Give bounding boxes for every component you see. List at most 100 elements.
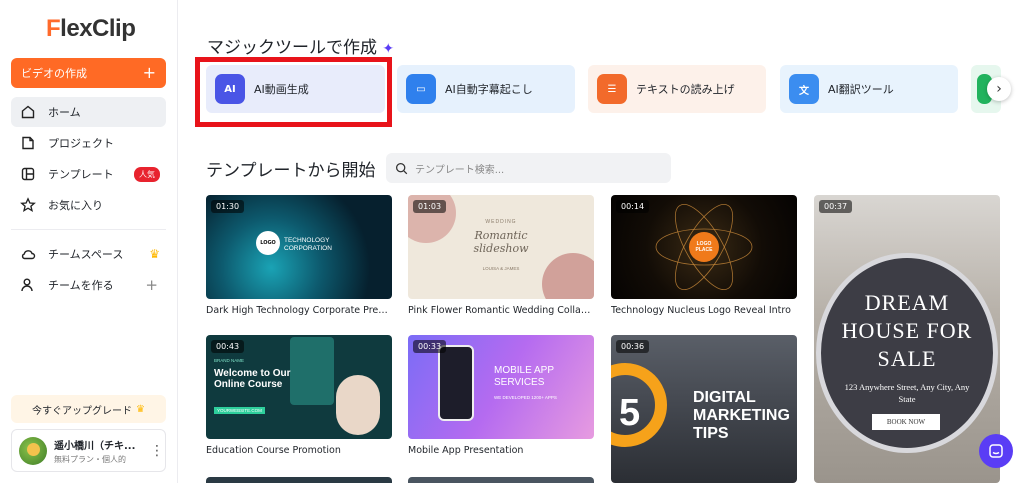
- duration-badge: 00:33: [413, 340, 447, 353]
- template-name: Dark High Technology Corporate Presen...: [206, 305, 392, 316]
- book-now-button: BOOK NOW: [872, 414, 940, 430]
- sidebar-item-team-space[interactable]: チームスペース ♛: [11, 239, 166, 269]
- template-thumbnail[interactable]: 5 DIGITAL MARKETING TIPS 00:36: [611, 335, 797, 483]
- sidebar-item-create-team[interactable]: チームを作る +: [11, 270, 166, 300]
- template-thumbnail[interactable]: LOGO TECHNOLOGY CORPORATION 01:30: [206, 195, 392, 299]
- sidebar-item-label: チームスペース: [48, 248, 124, 261]
- tool-label: AI翻訳ツール: [828, 83, 894, 96]
- template-thumbnail[interactable]: LOGO PLACE 00:14: [611, 195, 797, 299]
- template-card-partial[interactable]: [408, 477, 594, 483]
- duration-badge: 00:43: [211, 340, 245, 353]
- crown-icon: ♛: [136, 403, 145, 415]
- logo-text: lexClip: [60, 15, 136, 42]
- template-name: Mobile App Presentation: [408, 445, 524, 456]
- more-vertical-icon[interactable]: ⋮: [150, 443, 164, 459]
- template-icon: [20, 166, 36, 182]
- thumbnail-text: DREAM HOUSE FOR SALE: [841, 290, 973, 371]
- tool-label: テキストの読み上げ: [636, 83, 735, 96]
- thumbnail-text: WEDDING: [485, 219, 517, 225]
- create-video-button[interactable]: ビデオの作成 +: [11, 58, 166, 88]
- template-card[interactable]: BRAND NAME Welcome to Our Online Course …: [206, 335, 392, 456]
- upgrade-label: 今すぐアップグレード: [32, 405, 133, 417]
- cloud-icon: [20, 246, 36, 262]
- duration-badge: 01:30: [211, 200, 245, 213]
- add-team-icon[interactable]: +: [145, 276, 158, 294]
- tool-card-ai-translate[interactable]: 文 AI翻訳ツール: [780, 65, 958, 113]
- sidebar-item-label: プロジェクト: [48, 137, 114, 150]
- magic-tools-title: マジックツールで作成 ✦: [207, 33, 394, 58]
- chat-icon: [989, 444, 1003, 458]
- duration-badge: 00:36: [616, 340, 650, 353]
- folder-icon: [20, 135, 36, 151]
- thumbnail-text: BRAND NAME: [214, 358, 245, 363]
- sidebar-item-projects[interactable]: プロジェクト: [11, 128, 166, 158]
- search-icon: [395, 162, 408, 174]
- sidebar-item-templates[interactable]: テンプレート 人気: [11, 159, 166, 189]
- magic-tools-title-text: マジックツールで作成: [207, 38, 377, 58]
- text-speech-icon: ☰: [597, 74, 627, 104]
- template-card[interactable]: LOGO PLACE 00:14 Technology Nucleus Logo…: [611, 195, 797, 316]
- thumbnail-text: Welcome to Our Online Course: [214, 368, 291, 390]
- thumbnail-text: TECHNOLOGY CORPORATION: [284, 237, 332, 252]
- account-plan: 無料プラン・個人的: [54, 454, 126, 464]
- phone-mockup: [438, 345, 474, 421]
- template-search-input[interactable]: テンプレート検索...: [386, 153, 671, 183]
- template-card[interactable]: 5 DIGITAL MARKETING TIPS 00:36: [611, 335, 797, 483]
- thumbnail-text: WE DEVELOPED 1200+ APPS: [494, 395, 557, 400]
- flexclip-app: FlexClip ビデオの作成 + ホーム プロジェクト テンプレート 人気 お…: [0, 0, 1024, 483]
- template-name: Education Course Promotion: [206, 445, 341, 456]
- thumbnail-text: YOURWEBSITE.COM: [214, 407, 265, 414]
- create-video-label: ビデオの作成: [21, 67, 87, 80]
- sidebar-item-label: お気に入り: [48, 199, 103, 212]
- popular-badge: 人気: [134, 167, 160, 182]
- translate-icon: 文: [789, 74, 819, 104]
- tool-card-ai-subtitle[interactable]: ▭ AI自動字幕起こし: [397, 65, 575, 113]
- template-thumbnail[interactable]: DREAM HOUSE FOR SALE 123 Anywhere Street…: [814, 195, 1000, 483]
- thumbnail-text: Romantic slideshow: [473, 229, 529, 255]
- tool-card-text-speech[interactable]: ☰ テキストの読み上げ: [588, 65, 766, 113]
- avatar: [19, 436, 47, 465]
- template-card[interactable]: DREAM HOUSE FOR SALE 123 Anywhere Street…: [814, 195, 1000, 483]
- template-card[interactable]: LOGO TECHNOLOGY CORPORATION 01:30 Dark H…: [206, 195, 392, 316]
- account-card[interactable]: 遥小橋川（チキ... 無料プラン・個人的 ⋮: [11, 429, 166, 472]
- star-icon: [20, 197, 36, 213]
- subtitle-icon: ▭: [406, 74, 436, 104]
- thumbnail-text: MOBILE APP SERVICES: [494, 365, 554, 388]
- flexclip-logo[interactable]: FlexClip: [46, 14, 136, 44]
- chat-support-button[interactable]: [979, 434, 1013, 468]
- thumbnail-text: LOUISA & JAMES: [482, 266, 520, 271]
- search-placeholder: テンプレート検索...: [415, 164, 505, 176]
- template-card[interactable]: MOBILE APP SERVICES WE DEVELOPED 1200+ A…: [408, 335, 594, 456]
- template-name: Technology Nucleus Logo Reveal Intro: [611, 305, 791, 316]
- template-thumbnail[interactable]: BRAND NAME Welcome to Our Online Course …: [206, 335, 392, 439]
- template-name: Pink Flower Romantic Wedding Collage ...: [408, 305, 594, 316]
- template-card-partial[interactable]: [206, 477, 392, 483]
- logo-placeholder: LOGO: [256, 231, 280, 255]
- user-add-icon: [20, 277, 36, 293]
- sidebar-divider: [11, 229, 166, 230]
- template-thumbnail[interactable]: MOBILE APP SERVICES WE DEVELOPED 1200+ A…: [408, 335, 594, 439]
- template-card[interactable]: WEDDING Romantic slideshow LOUISA & JAME…: [408, 195, 594, 316]
- crown-icon: ♛: [149, 247, 160, 261]
- home-icon: [20, 104, 36, 120]
- templates-title: テンプレートから開始: [206, 161, 376, 181]
- chevron-right-icon[interactable]: ›: [987, 77, 1011, 101]
- main-content: マジックツールで作成 ✦ AI AI動画生成 ▭ AI自動字幕起こし ☰ テキス…: [178, 0, 1024, 483]
- duration-badge: 00:37: [819, 200, 853, 213]
- plus-icon: +: [142, 63, 156, 82]
- sidebar-item-label: ホーム: [48, 106, 81, 119]
- logo-letter: F: [46, 15, 61, 42]
- sidebar-item-label: テンプレート: [48, 168, 114, 181]
- duration-badge: 00:14: [616, 200, 650, 213]
- upgrade-button[interactable]: 今すぐアップグレード ♛: [11, 395, 166, 423]
- duration-badge: 01:03: [413, 200, 447, 213]
- template-thumbnail[interactable]: WEDDING Romantic slideshow LOUISA & JAME…: [408, 195, 594, 299]
- photo-placeholder: [336, 375, 380, 435]
- tool-label: AI自動字幕起こし: [445, 83, 533, 96]
- sidebar-item-favorites[interactable]: お気に入り: [11, 190, 166, 220]
- account-name: 遥小橋川（チキ...: [54, 440, 136, 452]
- thumbnail-text: DIGITAL MARKETING TIPS: [693, 389, 790, 442]
- magic-wand-icon: ✦: [382, 41, 395, 57]
- sidebar-item-label: チームを作る: [48, 279, 114, 292]
- sidebar-item-home[interactable]: ホーム: [11, 97, 166, 127]
